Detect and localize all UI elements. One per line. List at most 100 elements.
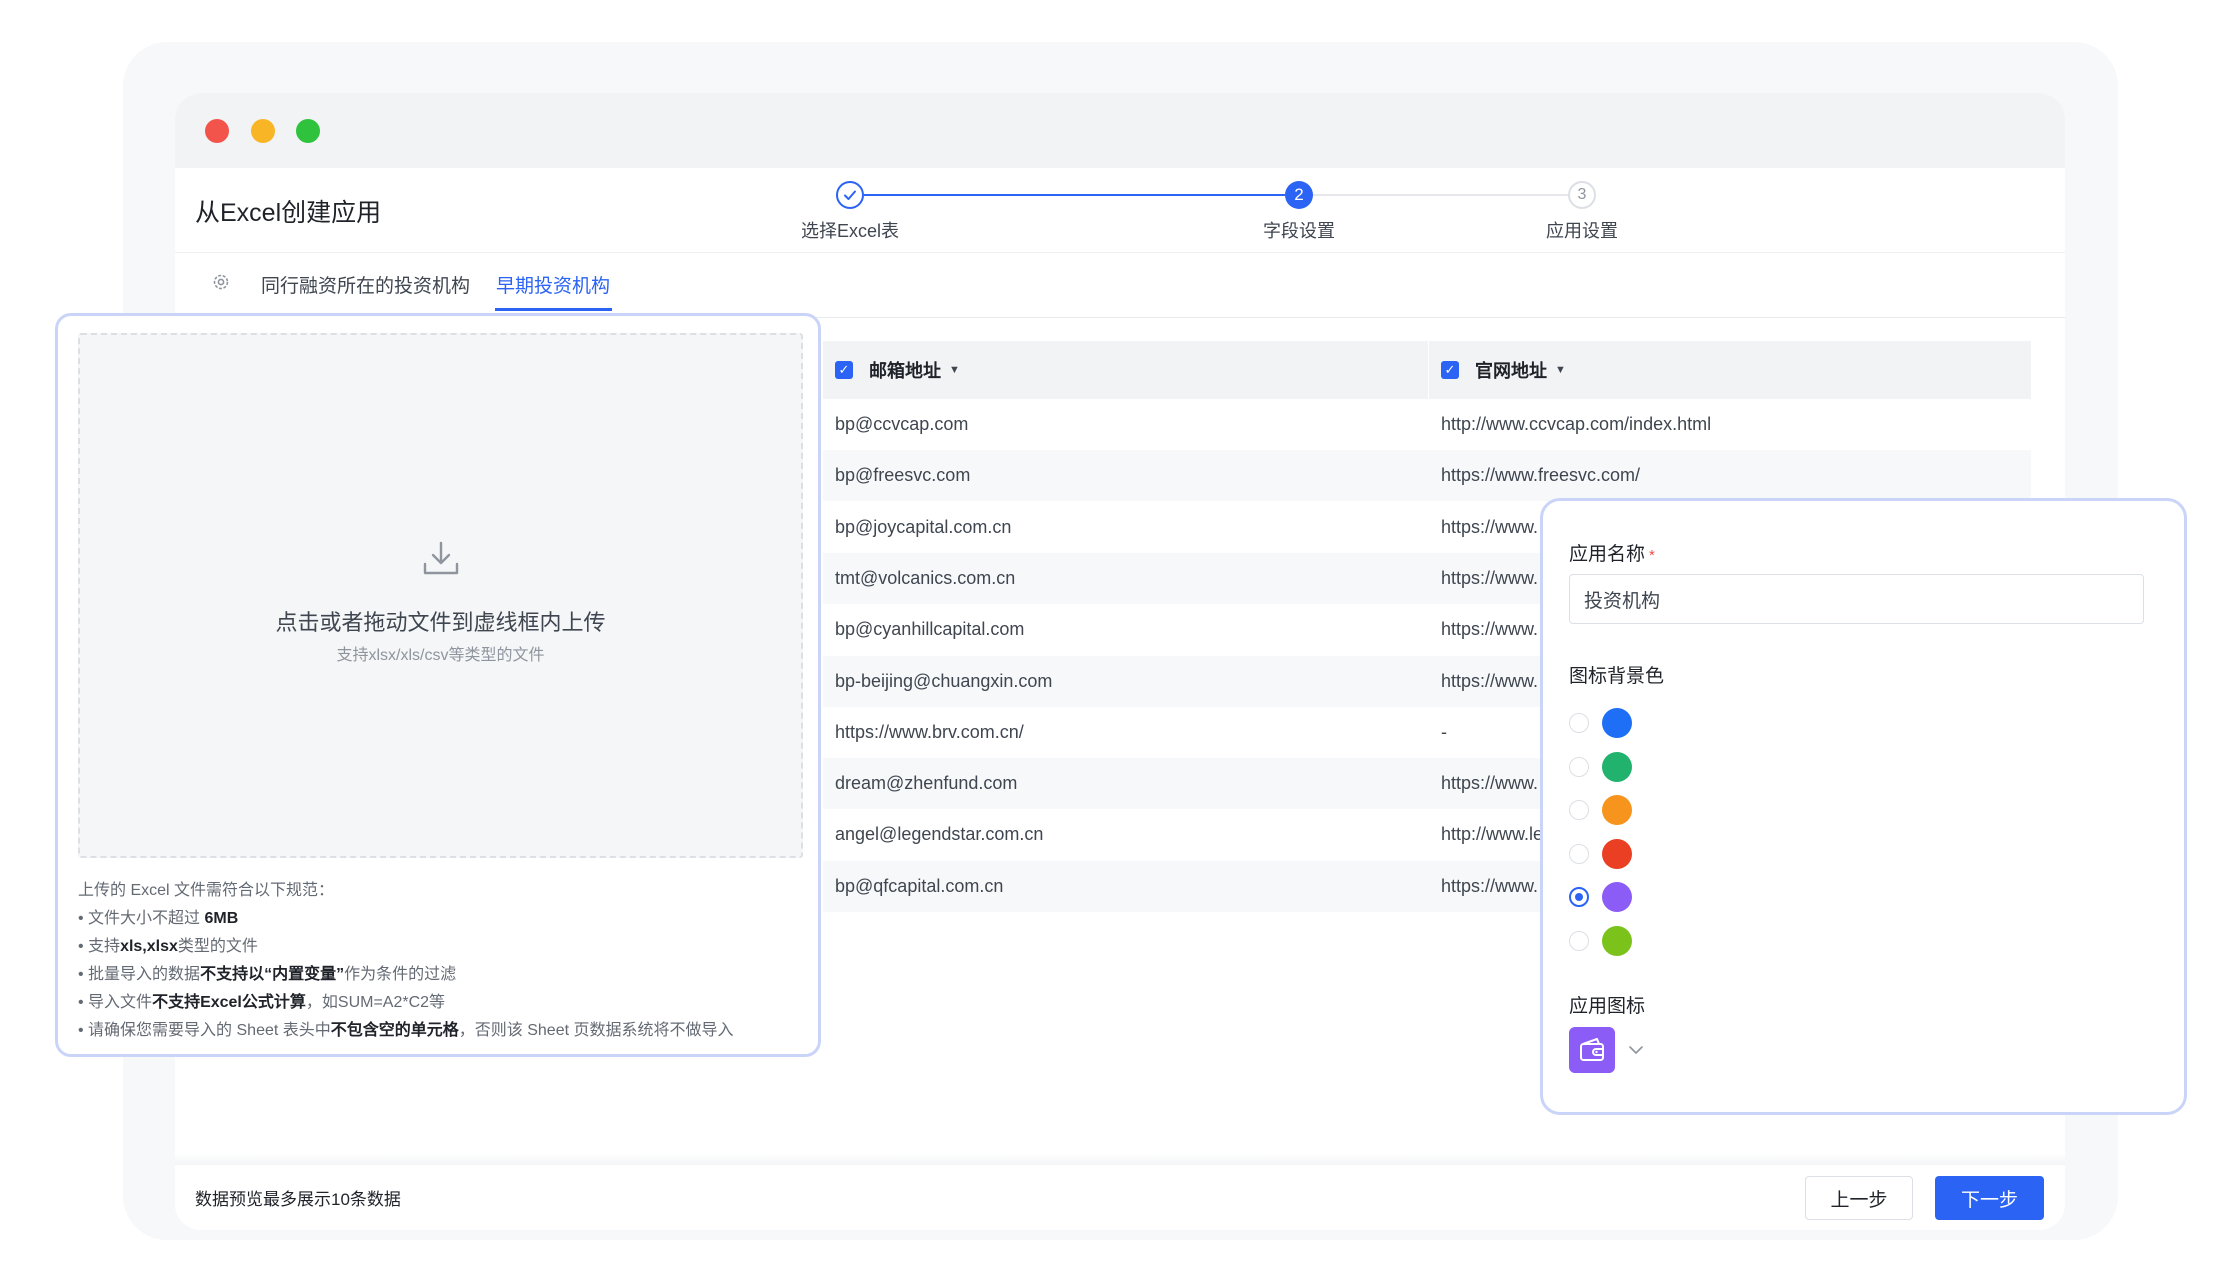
step-connector-2: [1313, 194, 1568, 196]
color-option[interactable]: [1569, 795, 1649, 825]
app-icon-label: 应用图标: [1569, 996, 1646, 1017]
rule-text-pre: • 导入文件: [78, 994, 153, 1011]
next-step-button[interactable]: 下一步: [1935, 1176, 2044, 1220]
step-1-indicator: [836, 181, 864, 209]
page-title: 从Excel创建应用: [195, 199, 382, 227]
column-header-label: 官网地址: [1475, 361, 1547, 381]
rule-item: • 请确保您需要导入的 Sheet 表头中不包含空的单元格，否则该 Sheet …: [78, 1017, 734, 1045]
tab-peer-investors[interactable]: 同行融资所在的投资机构: [261, 271, 470, 298]
rule-text-bold: 不包含空的单元格: [330, 1022, 459, 1039]
active-tab-indicator: [495, 308, 612, 311]
color-swatch[interactable]: [1602, 795, 1632, 825]
color-swatch[interactable]: [1602, 838, 1632, 869]
color-option[interactable]: [1569, 882, 1649, 912]
window-minimize-button[interactable]: [251, 119, 275, 143]
table-row: bp@ccvcap.com http://www.ccvcap.com/index…: [823, 399, 2031, 450]
dropzone-subtitle: 支持xlsx/xls/csv等类型的文件: [336, 647, 545, 664]
dropzone-title: 点击或者拖动文件到虚线框内上传: [275, 610, 606, 635]
cell-email: dream@zhenfund.com: [835, 773, 1018, 794]
cell-email: https://www.brv.com.cn/: [835, 721, 1024, 742]
rule-text-post: ，如SUM=A2*C2等: [305, 994, 446, 1011]
color-radio[interactable]: [1569, 713, 1589, 733]
rule-text-pre: • 文件大小不超过: [78, 910, 205, 927]
color-option[interactable]: [1569, 751, 1649, 782]
table-row: bp@freesvc.com https://www.freesvc.com/: [823, 450, 2031, 502]
step-3-label: 应用设置: [1546, 221, 1618, 241]
color-radio[interactable]: [1569, 843, 1589, 864]
footer-shadow: [175, 1153, 2065, 1165]
icon-color-label: 图标背景色: [1569, 666, 1665, 687]
rule-item: • 支持xls,xlsx类型的文件: [78, 933, 734, 961]
cell-email: angel@legendstar.com.cn: [835, 824, 1044, 845]
rule-item: • 批量导入的数据不支持以“内置变量”作为条件的过滤: [78, 961, 734, 989]
upload-panel: 点击或者拖动文件到虚线框内上传 支持xlsx/xls/csv等类型的文件 上传的…: [55, 313, 821, 1057]
rule-text-bold: 不支持以“内置变量”: [200, 966, 345, 983]
rule-text-pre: • 请确保您需要导入的 Sheet 表头中: [78, 1022, 331, 1039]
color-swatch[interactable]: [1602, 708, 1632, 738]
column-checkbox[interactable]: ✓: [1441, 361, 1459, 379]
rule-text-pre: • 支持: [78, 938, 121, 955]
file-dropzone[interactable]: 点击或者拖动文件到虚线框内上传 支持xlsx/xls/csv等类型的文件: [78, 333, 803, 858]
rule-text-bold: 6MB: [204, 910, 239, 927]
required-mark: *: [1649, 547, 1655, 564]
color-radio[interactable]: [1569, 756, 1589, 777]
header-divider: [175, 252, 2065, 253]
color-swatch[interactable]: [1602, 751, 1632, 782]
caret-down-icon[interactable]: ▼: [1555, 364, 1566, 376]
rule-text-pre: • 批量导入的数据: [78, 966, 201, 983]
window-close-button[interactable]: [205, 119, 229, 143]
check-icon: [844, 190, 856, 200]
app-name-input[interactable]: 投资机构: [1569, 574, 2144, 624]
tab-early-investors[interactable]: 早期投资机构: [496, 271, 610, 298]
column-header-website[interactable]: ✓ 官网地址 ▼: [1441, 341, 1566, 399]
rules-heading: 上传的 Excel 文件需符合以下规范：: [78, 882, 335, 899]
table-header: ✓ 邮箱地址 ▼ ✓ 官网地址 ▼: [823, 341, 2031, 399]
rules-list: • 文件大小不超过 6MB • 支持xls,xlsx类型的文件 • 批量导入的数据不…: [78, 905, 734, 1045]
download-icon: [423, 541, 459, 575]
app-name-label-text: 应用名称: [1569, 544, 1646, 565]
caret-down-icon[interactable]: ▼: [949, 364, 960, 376]
gear-icon[interactable]: [211, 272, 231, 292]
step-2-number: 2: [1294, 185, 1304, 204]
cell-email: bp@cyanhillcapital.com: [835, 619, 1025, 640]
cell-email: bp@ccvcap.com: [835, 414, 969, 434]
color-radio[interactable]: [1569, 800, 1589, 820]
rule-text-bold: xls,xlsx: [120, 938, 178, 955]
rule-text-post: 类型的文件: [177, 938, 258, 955]
window-maximize-button[interactable]: [296, 119, 320, 143]
step-2-indicator: 2: [1285, 181, 1313, 209]
color-swatch[interactable]: [1602, 882, 1632, 912]
cell-email: bp-beijing@chuangxin.com: [835, 670, 1053, 691]
step-1-label: 选择Excel表: [800, 221, 900, 241]
app-name-label: 应用名称 *: [1569, 539, 1655, 566]
upload-rules: 上传的 Excel 文件需符合以下规范： • 文件大小不超过 6MB • 支持xl…: [78, 877, 734, 1045]
app-name-value: 投资机构: [1584, 590, 1661, 612]
color-option[interactable]: [1569, 708, 1649, 738]
rule-item: • 导入文件不支持Excel公式计算，如SUM=A2*C2等: [78, 989, 734, 1017]
app-icon-picker[interactable]: [1569, 1027, 1615, 1073]
rule-text-bold: 不支持Excel公式计算: [152, 994, 306, 1011]
color-option[interactable]: [1569, 925, 1649, 956]
color-swatch[interactable]: [1602, 925, 1632, 956]
rule-text-post: ，否则该 Sheet 页数据系统将不做导入: [458, 1022, 734, 1039]
column-header-label: 邮箱地址: [869, 361, 941, 381]
footer-bar: [175, 1165, 2065, 1230]
cell-website: https://www.freesvc.com/: [1441, 465, 1641, 486]
rule-item: • 文件大小不超过 6MB: [78, 905, 734, 933]
app-settings-panel: 应用名称 * 投资机构 图标背景色 应用图标: [1540, 498, 2187, 1115]
column-checkbox[interactable]: ✓: [835, 361, 853, 379]
step-connector-1: [864, 194, 1285, 196]
column-header-email[interactable]: ✓ 邮箱地址 ▼: [835, 341, 960, 399]
cell-email: bp@freesvc.com: [835, 465, 971, 486]
rule-text-post: 作为条件的过滤: [344, 966, 457, 983]
chevron-down-icon[interactable]: [1627, 1041, 1645, 1059]
wallet-icon: [1580, 1038, 1604, 1061]
color-radio[interactable]: [1569, 887, 1589, 907]
column-divider: [1428, 341, 1429, 399]
step-3-number: 3: [1577, 186, 1587, 203]
cell-email: tmt@volcanics.com.cn: [835, 567, 1016, 588]
color-radio[interactable]: [1569, 930, 1589, 951]
color-option[interactable]: [1569, 838, 1649, 869]
previous-step-button[interactable]: 上一步: [1805, 1176, 1913, 1220]
cell-website: http://www.ccvcap.com/index.html: [1441, 414, 1712, 434]
